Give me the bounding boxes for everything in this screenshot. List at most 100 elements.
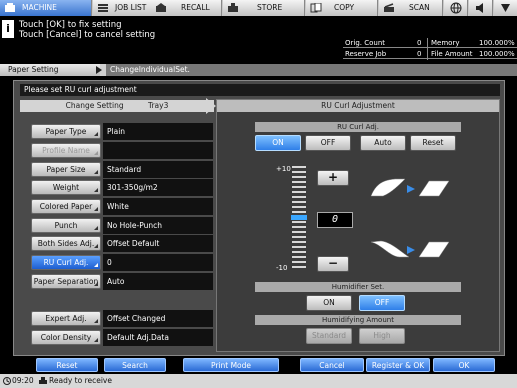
- both-sides-adj-button[interactable]: Both Sides Adj.: [31, 236, 101, 251]
- expert-adj-label: Expert Adj.: [45, 314, 87, 323]
- orig-count-value: 0: [417, 39, 422, 47]
- ru-curl-section: RU Curl Adjustment RU Curl Adj. ON OFF A…: [216, 99, 500, 352]
- upward-curl-icon: [370, 178, 450, 197]
- color-density-button[interactable]: Color Density: [31, 330, 101, 345]
- file-amount-value: 100.000%: [479, 50, 515, 58]
- both-sides-adj-label: Both Sides Adj.: [37, 239, 95, 248]
- tab-recall-label: RECALL: [181, 3, 210, 12]
- paper-size-button[interactable]: Paper Size: [31, 162, 101, 177]
- profile-name-label: Profile Name: [42, 146, 90, 155]
- ru-curl-reset-button[interactable]: Reset: [410, 135, 456, 151]
- volume-button[interactable]: [469, 0, 493, 16]
- ru-curl-adj-button[interactable]: RU Curl Adj.: [31, 255, 101, 270]
- weight-label: Weight: [52, 183, 80, 192]
- corner-marker-icon: [94, 132, 98, 136]
- register-ok-button[interactable]: Register & OK: [366, 358, 430, 372]
- paper-type-button[interactable]: Paper Type: [31, 124, 101, 139]
- increase-button[interactable]: +: [317, 170, 349, 186]
- paper-type-value: Plain: [103, 123, 213, 140]
- downward-curl-icon: [370, 240, 450, 258]
- paper-separation-button[interactable]: Paper Separation: [31, 274, 101, 289]
- corner-marker-icon: [94, 207, 98, 211]
- punch-button[interactable]: Punch: [31, 218, 101, 233]
- weight-value: 301-350g/m2: [103, 179, 213, 196]
- caret-down-icon: [501, 4, 510, 12]
- ok-button[interactable]: OK: [433, 358, 495, 372]
- tab-store-label: STORE: [257, 3, 283, 12]
- both-sides-adj-value: Offset Default: [103, 235, 213, 252]
- memory-value: 100.000%: [479, 39, 515, 47]
- scroll-down-button[interactable]: [494, 0, 517, 16]
- plus-icon: +: [327, 170, 339, 184]
- tab-copy[interactable]: COPY: [306, 0, 378, 16]
- corner-marker-icon: [94, 244, 98, 248]
- ru-curl-adj-section-label: RU Curl Adj.: [255, 122, 461, 132]
- globe-icon: [450, 2, 462, 14]
- corner-marker-icon: [94, 226, 98, 230]
- counter-table: Orig. Count 0 Memory 100.000% Reserve Jo…: [343, 38, 517, 60]
- tab-store[interactable]: STORE: [223, 0, 305, 16]
- curl-adjust-scale[interactable]: [291, 166, 307, 270]
- humidifying-amount-label: Humidifying Amount: [255, 315, 461, 325]
- corner-marker-icon: [94, 170, 98, 174]
- color-density-label: Color Density: [40, 333, 92, 342]
- instruction-message: Touch [OK] to fix setting Touch [Cancel]…: [19, 20, 155, 40]
- clock-icon: [3, 377, 11, 385]
- counter-divider: [427, 38, 428, 60]
- reset-button[interactable]: Reset: [36, 358, 98, 372]
- top-tab-bar: MACHINE JOB LIST RECALL STORE COPY SCAN: [0, 0, 517, 16]
- cancel-button[interactable]: Cancel: [300, 358, 364, 372]
- paper-type-label: Paper Type: [45, 127, 87, 136]
- breadcrumb-current-label: ChangeIndividualSet.: [110, 65, 190, 74]
- status-bar: 09:20 Ready to receive: [0, 374, 517, 388]
- profile-name-value: [103, 142, 213, 159]
- ru-curl-adj-label: RU Curl Adj.: [43, 258, 89, 267]
- search-button[interactable]: Search: [104, 358, 166, 372]
- ru-curl-auto-button[interactable]: Auto: [360, 135, 406, 151]
- corner-marker-icon: [94, 282, 98, 286]
- status-text: Ready to receive: [49, 376, 112, 385]
- instruction-line-2: Touch [Cancel] to cancel setting: [19, 30, 156, 40]
- colored-paper-value: White: [103, 198, 213, 215]
- reserve-job-value: 0: [417, 50, 422, 58]
- tab-scan[interactable]: SCAN: [379, 0, 443, 16]
- decrease-button[interactable]: −: [317, 256, 349, 272]
- corner-marker-icon: [94, 338, 98, 342]
- change-setting-label: Change Setting: [65, 101, 124, 110]
- tab-machine[interactable]: MACHINE: [0, 0, 92, 16]
- paper-separation-label: Paper Separation: [33, 277, 99, 286]
- ru-curl-on-button[interactable]: ON: [255, 135, 301, 151]
- corner-marker-icon: [94, 188, 98, 192]
- scan-icon: [384, 3, 394, 12]
- breadcrumb: Paper Setting ChangeIndividualSet.: [0, 64, 517, 76]
- punch-value: No Hole-Punch: [103, 217, 213, 234]
- breadcrumb-arrow-icon: [96, 66, 102, 74]
- ru-curl-off-button[interactable]: OFF: [305, 135, 351, 151]
- colored-paper-button[interactable]: Colored Paper: [31, 199, 101, 214]
- copy-icon: [310, 3, 322, 13]
- tab-machine-label: MACHINE: [22, 3, 57, 12]
- speaker-icon: [476, 3, 483, 13]
- color-density-value: Default Adj.Data: [103, 329, 213, 346]
- scale-max-label: +10: [276, 165, 291, 173]
- globe-button[interactable]: [444, 0, 468, 16]
- humidifier-on-button[interactable]: ON: [306, 295, 352, 311]
- tab-recall[interactable]: RECALL: [151, 0, 222, 16]
- paper-separation-value: Auto: [103, 273, 213, 290]
- settings-panel: Please set RU curl adjustment Change Set…: [13, 80, 505, 356]
- humidifying-standard-button: Standard: [306, 328, 352, 344]
- memory-label: Memory: [431, 39, 460, 47]
- expert-adj-button[interactable]: Expert Adj.: [31, 311, 101, 326]
- print-mode-button[interactable]: Print Mode: [183, 358, 279, 372]
- weight-button[interactable]: Weight: [31, 180, 101, 195]
- corner-marker-icon: [94, 319, 98, 323]
- change-setting-header: Change Setting Tray3: [20, 100, 214, 112]
- paper-size-value: Standard: [103, 161, 213, 178]
- breadcrumb-paper-setting[interactable]: Paper Setting: [0, 64, 100, 76]
- tab-copy-label: COPY: [334, 3, 355, 12]
- expert-adj-value: Offset Changed: [103, 310, 213, 327]
- corner-marker-icon: [94, 263, 98, 267]
- humidifier-off-button[interactable]: OFF: [359, 295, 405, 311]
- scale-min-label: -10: [276, 264, 288, 272]
- info-icon: i: [2, 20, 14, 38]
